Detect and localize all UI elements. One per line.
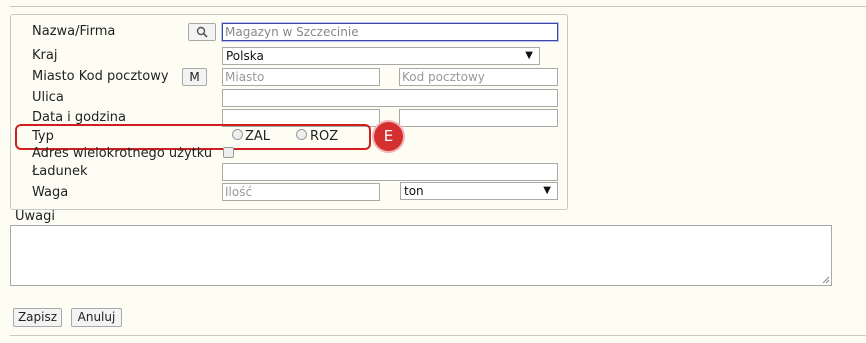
top-divider (10, 0, 866, 7)
country-select[interactable]: Polska ▼ (222, 47, 540, 65)
street-input[interactable] (222, 89, 558, 107)
type-radio-roz-label: ROZ (310, 129, 339, 144)
quantity-input[interactable]: Ilość (222, 183, 380, 201)
map-button[interactable]: M (182, 68, 207, 86)
cancel-button[interactable]: Anuluj (71, 308, 122, 327)
notes-textarea[interactable] (10, 225, 832, 286)
notes-label: Uwagi (15, 209, 55, 224)
time-input[interactable] (399, 109, 558, 127)
type-radio-zal-label: ZAL (245, 129, 271, 144)
save-button[interactable]: Zapisz (13, 308, 62, 327)
type-label: Typ (32, 129, 54, 144)
name-input[interactable]: Magazyn w Szczecinie (222, 23, 558, 41)
country-select-value: Polska (226, 49, 264, 63)
type-radio-zal[interactable] (232, 129, 243, 140)
city-input[interactable]: Miasto (222, 68, 380, 86)
weight-label: Waga (32, 185, 69, 200)
multi-address-checkbox[interactable] (223, 147, 234, 158)
city-postal-label: Miasto Kod pocztowy (32, 69, 169, 84)
annotation-badge: E (374, 122, 403, 151)
name-label: Nazwa/Firma (32, 24, 116, 39)
cargo-input[interactable] (222, 163, 558, 181)
street-label: Ulica (32, 90, 64, 105)
postal-code-input[interactable]: Kod pocztowy (399, 68, 558, 86)
resize-grip-icon[interactable] (822, 276, 830, 284)
bottom-divider (10, 335, 866, 336)
chevron-down-icon: ▼ (543, 185, 551, 196)
chevron-down-icon: ▼ (525, 50, 533, 61)
search-button[interactable] (188, 23, 216, 41)
type-radio-roz[interactable] (296, 129, 307, 140)
search-icon (196, 26, 208, 38)
cargo-label: Ładunek (32, 164, 88, 179)
multi-address-label: Adres wielokrotnego użytku (32, 146, 213, 161)
country-label: Kraj (32, 48, 58, 63)
unit-select[interactable]: ton ▼ (400, 182, 558, 200)
unit-select-value: ton (404, 184, 424, 198)
